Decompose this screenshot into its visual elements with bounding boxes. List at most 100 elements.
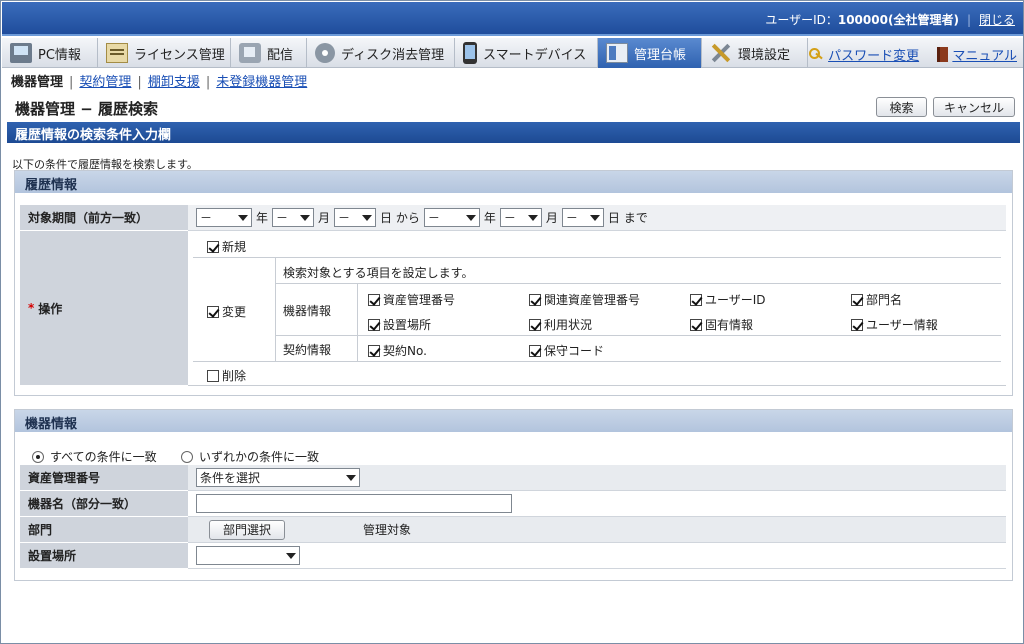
divider (275, 257, 276, 361)
checkbox-checked-icon (207, 305, 219, 318)
department-select-button[interactable]: 部門選択 (209, 519, 285, 540)
separator: | (205, 75, 211, 90)
tab-smart-device[interactable]: スマートデバイス (455, 38, 598, 68)
tab-label: ライセンス管理 (134, 47, 225, 63)
match-any-radio[interactable]: いずれかの条件に一致 (181, 448, 319, 465)
user-id-value: 100000(全社管理者) (837, 13, 959, 27)
chevron-down-icon (300, 214, 311, 221)
divider (193, 257, 1001, 258)
password-change-link[interactable]: パスワード変更 (828, 49, 919, 64)
tab-ledger[interactable]: 管理台帳 (598, 38, 702, 68)
separator: | (137, 75, 142, 90)
tab-pc-info[interactable]: PC情報 (2, 38, 98, 68)
to-year-select[interactable]: － (423, 208, 480, 227)
smartphone-icon (463, 42, 477, 64)
asset-number-label: 資産管理番号 (20, 465, 188, 491)
device-section: 機器情報 すべての条件に一致 いずれかの条件に一致 資産管理番号 条件を選択 機… (14, 409, 1013, 581)
contract-item-checkbox[interactable]: 契約No. (368, 342, 427, 359)
device-item-label: 固有情報 (705, 318, 754, 332)
device-name-row (188, 491, 1006, 517)
tab-distribution[interactable]: 配信 (231, 38, 307, 68)
subnav-current: 機器管理 (11, 75, 64, 90)
to-month-select[interactable]: － (499, 208, 542, 227)
tab-settings[interactable]: 環境設定 (702, 38, 808, 68)
subnav-inventory-link[interactable]: 棚卸支援 (148, 75, 200, 90)
device-item-checkbox[interactable]: 設置場所 (368, 316, 431, 333)
from-year-select[interactable]: － (196, 208, 252, 227)
sub-navigation: 機器管理 | 契約管理 | 棚卸支援 | 未登録機器管理 (11, 71, 307, 90)
device-item-checkbox[interactable]: 部門名 (851, 291, 902, 308)
month-label: 月 (545, 211, 558, 225)
delete-label: 削除 (222, 369, 247, 383)
tab-label: ディスク消去管理 (341, 47, 445, 63)
device-item-checkbox[interactable]: ユーザー情報 (851, 316, 938, 333)
disk-icon (315, 43, 335, 63)
device-item-label: ユーザーID (705, 293, 766, 307)
device-item-checkbox[interactable]: 資産管理番号 (368, 291, 455, 308)
divider (188, 385, 1006, 386)
new-checkbox[interactable]: 新規 (207, 238, 246, 255)
radio-selected-icon (32, 450, 44, 463)
location-select[interactable] (196, 546, 300, 565)
chevron-down-icon (238, 214, 248, 221)
match-all-radio[interactable]: すべての条件に一致 (32, 448, 157, 465)
device-item-checkbox[interactable]: 固有情報 (690, 316, 753, 333)
from-day-select[interactable]: － (334, 208, 377, 227)
operation-label: * 操作 (20, 231, 188, 386)
device-header: 機器情報 (15, 410, 1012, 432)
contract-item-label: 保守コード (544, 344, 605, 358)
tab-disk-erase[interactable]: ディスク消去管理 (307, 38, 455, 68)
contract-item-checkbox[interactable]: 保守コード (529, 342, 604, 359)
main-tabs: PC情報 ライセンス管理 配信 ディスク消去管理 スマートデバイス 管理台帳 環… (2, 38, 1023, 68)
divider: | (966, 13, 971, 27)
tab-license[interactable]: ライセンス管理 (98, 38, 231, 68)
location-row (188, 543, 1006, 569)
pc-icon (10, 43, 32, 63)
checkbox-checked-icon (368, 318, 380, 331)
asset-number-row: 条件を選択 (188, 465, 1006, 491)
asset-condition-select[interactable]: 条件を選択 (196, 468, 360, 487)
change-checkbox[interactable]: 変更 (207, 303, 246, 320)
year-label: 年 (483, 211, 496, 225)
radio-unselected-icon (181, 450, 193, 463)
location-label: 設置場所 (20, 543, 188, 569)
search-button[interactable]: 検索 (876, 97, 927, 117)
device-item-checkbox[interactable]: 利用状況 (529, 316, 592, 333)
delete-checkbox[interactable]: 削除 (207, 367, 246, 384)
divider (193, 361, 1001, 362)
checkbox-checked-icon (529, 293, 541, 306)
from-month-select[interactable]: － (272, 208, 315, 227)
manual-book-icon (937, 47, 949, 62)
cancel-button[interactable]: キャンセル (933, 97, 1015, 117)
subnav-unregistered-link[interactable]: 未登録機器管理 (216, 75, 307, 90)
close-link[interactable]: 閉じる (979, 13, 1015, 27)
panel-title: 履歴情報の検索条件入力欄 (7, 122, 1020, 143)
user-id-label: ユーザーID： (765, 13, 838, 27)
new-label: 新規 (222, 240, 247, 254)
change-label: 変更 (222, 305, 247, 319)
item-hint: 検索対象とする項目を設定します。 (283, 266, 474, 280)
checkbox-checked-icon (368, 293, 380, 306)
device-item-label: 設置場所 (383, 318, 432, 332)
from-year-value: － (200, 211, 213, 225)
manual-link[interactable]: マニュアル (952, 49, 1017, 64)
device-item-checkbox[interactable]: ユーザーID (690, 291, 766, 308)
day-from-label: 日 から (380, 211, 420, 225)
to-day-select[interactable]: － (561, 208, 604, 227)
device-name-input[interactable] (196, 494, 512, 513)
subnav-contract-link[interactable]: 契約管理 (79, 75, 131, 90)
department-row: 部門選択 管理対象 (188, 517, 1006, 543)
from-day-value: － (338, 211, 351, 225)
contract-item-label: 契約No. (383, 344, 427, 358)
device-item-label: 資産管理番号 (383, 293, 456, 307)
day-to-label: 日 まで (607, 211, 648, 225)
department-label: 部門 (20, 517, 188, 543)
separator: | (69, 75, 74, 90)
chevron-down-icon (286, 552, 296, 559)
tab-label: 管理台帳 (634, 47, 687, 63)
checkbox-checked-icon (207, 240, 219, 253)
chevron-down-icon (465, 214, 476, 221)
tab-label: スマートデバイス (483, 47, 587, 63)
checkbox-checked-icon (851, 318, 863, 331)
device-item-checkbox[interactable]: 関連資産管理番号 (529, 291, 640, 308)
